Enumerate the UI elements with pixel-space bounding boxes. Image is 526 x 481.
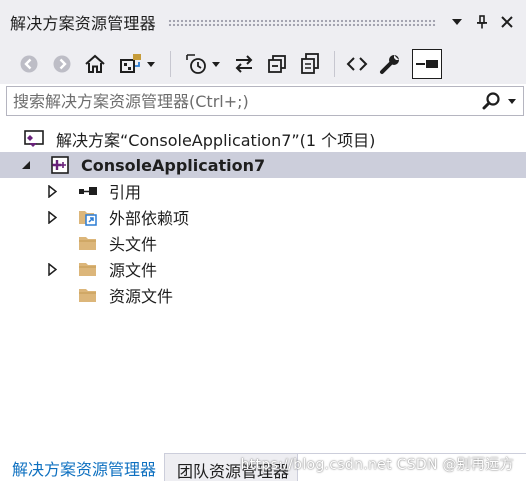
- show-all-files-icon: [301, 53, 319, 74]
- folder-icon: [78, 285, 98, 305]
- tab-solution-explorer[interactable]: 解决方案资源管理器: [0, 452, 165, 481]
- search-box: [6, 86, 524, 116]
- sync-with-active-document-button[interactable]: [229, 49, 259, 79]
- solution-icon: [24, 129, 44, 149]
- expanded-arrow-icon[interactable]: [20, 158, 32, 172]
- search-options-button[interactable]: [475, 87, 523, 115]
- collapsed-arrow-icon[interactable]: [46, 262, 58, 276]
- sync-icon: [235, 55, 253, 73]
- search-input[interactable]: [7, 87, 475, 115]
- home-button[interactable]: [80, 49, 110, 79]
- back-icon: [20, 55, 38, 73]
- drag-grip[interactable]: [167, 18, 436, 26]
- close-button[interactable]: [496, 11, 518, 33]
- tree-item-label: 外部依赖项: [109, 209, 190, 228]
- tree-item-label: 源文件: [109, 261, 158, 280]
- tree-item-references[interactable]: 引用: [0, 178, 526, 204]
- preview-selected-items-icon: [416, 60, 438, 68]
- tree-item-resource-files[interactable]: 资源文件: [0, 282, 526, 308]
- chevron-down-icon: [212, 61, 220, 67]
- tree-item-external-dependencies[interactable]: 外部依赖项: [0, 204, 526, 230]
- tree-item-label: ConsoleApplication7: [81, 155, 266, 175]
- watermark-text: https://blog.csdn.net CSDN @别再远方: [240, 457, 514, 473]
- tree-item-label: 引用: [109, 183, 142, 202]
- properties-button[interactable]: [375, 49, 405, 79]
- close-icon: [501, 16, 513, 28]
- tree-item-source-files[interactable]: 源文件: [0, 256, 526, 282]
- view-code-icon: [346, 57, 368, 71]
- window-position-dropdown-button[interactable]: [446, 11, 468, 33]
- solution-tree: 解决方案“ConsoleApplication7”(1 个项目) Console…: [0, 126, 526, 308]
- tree-item-label: 头文件: [109, 235, 158, 254]
- pending-changes-filter-button[interactable]: [178, 49, 226, 79]
- preview-selected-items-button[interactable]: [412, 49, 442, 79]
- back-button[interactable]: [14, 49, 44, 79]
- tree-item-project[interactable]: ConsoleApplication7: [0, 152, 526, 178]
- toolbar: [0, 44, 526, 84]
- view-code-button[interactable]: [342, 49, 372, 79]
- window-titlebar: 解决方案资源管理器: [0, 0, 526, 44]
- cpp-project-icon: [50, 155, 70, 175]
- external-dependencies-icon: [78, 207, 98, 227]
- switch-views-icon: [120, 54, 141, 73]
- toolbar-separator: [334, 51, 335, 77]
- dropdown-icon: [452, 19, 462, 25]
- tree-item-header-files[interactable]: 头文件: [0, 230, 526, 256]
- toolbar-separator: [170, 51, 171, 77]
- collapse-all-button[interactable]: [262, 49, 292, 79]
- collapse-all-icon: [268, 55, 286, 73]
- collapsed-arrow-icon[interactable]: [46, 184, 58, 198]
- forward-button[interactable]: [47, 49, 77, 79]
- search-icon: [482, 92, 500, 110]
- show-all-files-button[interactable]: [295, 49, 325, 79]
- tree-item-label: 资源文件: [109, 287, 174, 306]
- tree-item-label: 解决方案“ConsoleApplication7”(1 个项目): [56, 131, 376, 150]
- pin-button[interactable]: [471, 11, 493, 33]
- tree-item-solution[interactable]: 解决方案“ConsoleApplication7”(1 个项目): [0, 126, 526, 152]
- forward-icon: [53, 55, 71, 73]
- folder-icon: [78, 259, 98, 279]
- home-icon: [85, 54, 105, 73]
- window-title: 解决方案资源管理器: [10, 14, 156, 33]
- pending-changes-filter-icon: [186, 54, 206, 74]
- pin-icon: [477, 15, 487, 29]
- switch-views-button[interactable]: [113, 49, 161, 79]
- chevron-down-icon: [147, 61, 155, 67]
- references-icon: [78, 181, 98, 201]
- collapsed-arrow-icon[interactable]: [46, 210, 58, 224]
- wrench-icon: [380, 55, 399, 74]
- chevron-down-icon: [508, 98, 516, 104]
- folder-icon: [78, 233, 98, 253]
